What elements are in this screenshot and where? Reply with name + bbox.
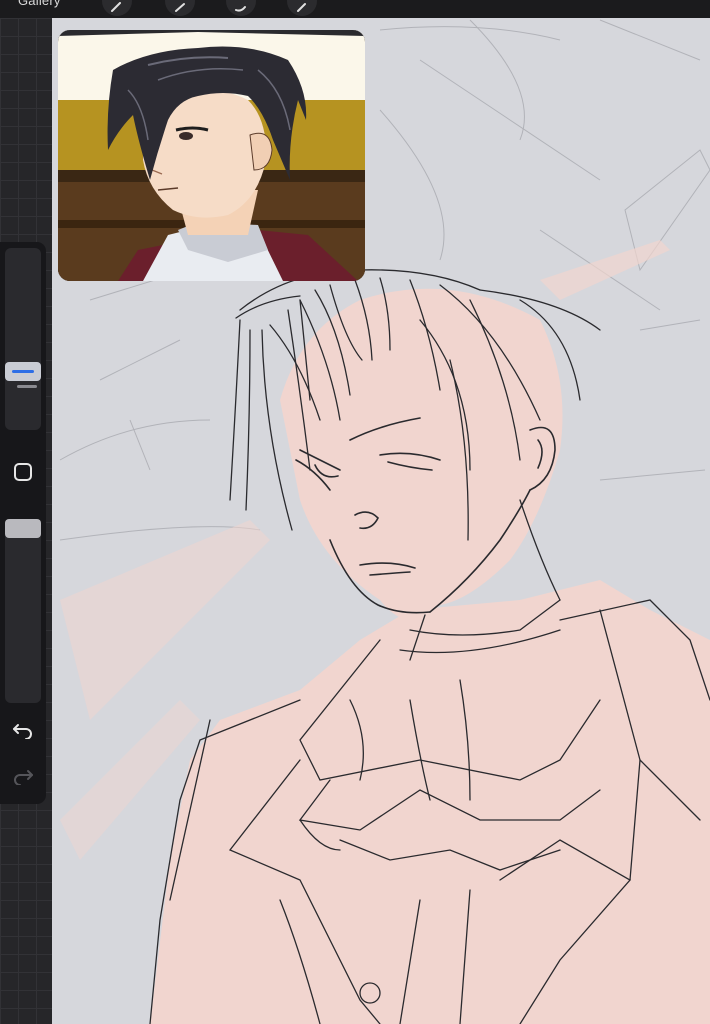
square-modify-icon[interactable] xyxy=(12,461,34,483)
gallery-button[interactable]: Gallery xyxy=(18,0,61,8)
brush-size-slider[interactable] xyxy=(5,248,41,430)
brush-size-thumb[interactable] xyxy=(5,362,41,381)
brush-size-indicator xyxy=(12,370,34,373)
actions-wrench-icon[interactable] xyxy=(102,0,132,16)
adjustments-wand-icon[interactable] xyxy=(165,0,195,16)
reference-image-window[interactable] xyxy=(58,30,365,281)
sidebar xyxy=(0,242,46,804)
brush-size-marker xyxy=(17,385,37,388)
flat-color-fill xyxy=(60,240,710,1024)
transform-arrow-icon[interactable] xyxy=(287,0,317,16)
top-toolbar: Gallery xyxy=(0,0,710,18)
reference-portrait xyxy=(58,30,365,281)
opacity-slider[interactable] xyxy=(5,519,41,703)
opacity-thumb[interactable] xyxy=(5,519,41,538)
redo-arrow-icon[interactable] xyxy=(10,763,36,789)
undo-arrow-icon[interactable] xyxy=(10,717,36,743)
selection-s-icon[interactable] xyxy=(226,0,256,16)
